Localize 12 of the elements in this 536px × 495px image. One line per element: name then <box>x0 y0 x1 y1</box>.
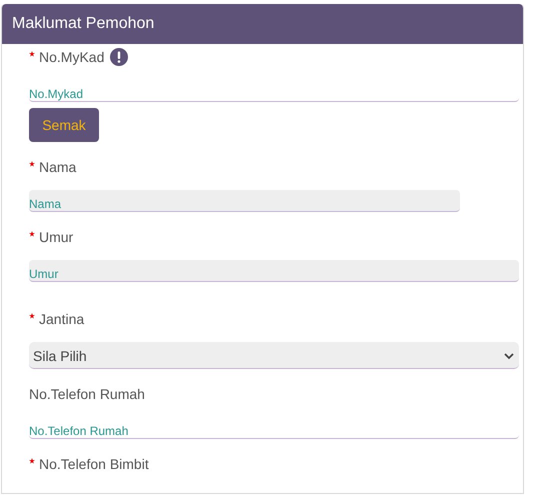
field-label: No.MyKad <box>39 49 104 65</box>
field-label: Umur <box>39 229 74 245</box>
input-field[interactable]: No.Telefon Rumah <box>29 417 519 439</box>
dropdown[interactable]: Sila Pilih <box>29 342 519 369</box>
field-label: No.Telefon Rumah <box>29 386 145 402</box>
field-label: Jantina <box>39 311 84 327</box>
panel-title: Maklumat Pemohon <box>12 15 154 33</box>
field-label: Nama <box>39 159 76 175</box>
field-label: No.Telefon Bimbit <box>39 456 149 472</box>
input-field[interactable]: No.Mykad <box>29 80 519 102</box>
chevron-down-icon <box>504 352 514 360</box>
semak-button[interactable]: Semak <box>29 108 99 142</box>
